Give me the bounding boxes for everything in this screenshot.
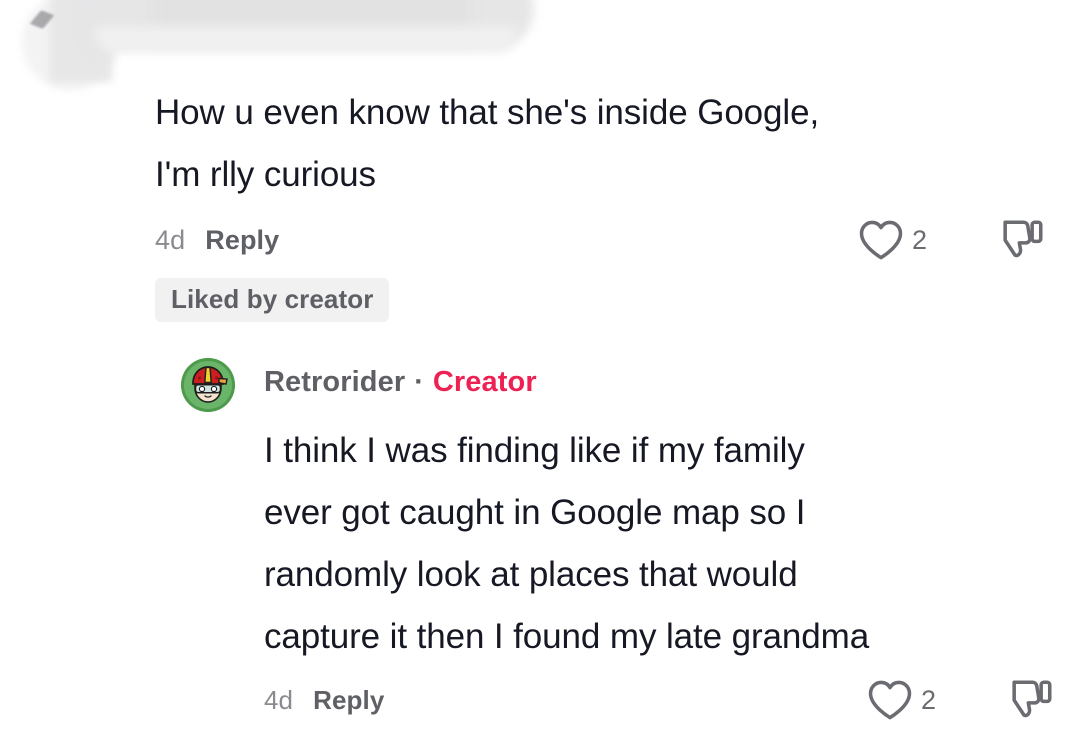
reply-timestamp: 4d	[264, 685, 293, 716]
redacted-username-bar-tail	[96, 26, 516, 52]
comment-timestamp: 4d	[155, 225, 185, 256]
thumbs-down-outline-icon[interactable]	[1008, 678, 1054, 722]
username[interactable]: Retrorider	[264, 366, 405, 399]
dislike-button[interactable]	[999, 218, 1045, 262]
heart-outline-icon[interactable]	[858, 219, 904, 261]
redacted-author-header	[0, 0, 560, 78]
reply-button[interactable]: Reply	[313, 685, 384, 716]
like-count: 2	[912, 225, 927, 256]
reply-text: I think I was finding like if my family …	[264, 420, 1054, 668]
comment-action-row: 4d Reply 2	[155, 218, 1045, 262]
liked-by-creator-badge: Liked by creator	[155, 278, 389, 322]
separator-dot: ·	[414, 366, 424, 399]
like-button[interactable]: 2	[858, 219, 927, 261]
heart-outline-icon[interactable]	[867, 679, 913, 721]
comment-thread-screen: How u even know that she's inside Google…	[0, 0, 1080, 748]
reply-author-header: Retrorider · Creator	[264, 366, 537, 399]
comment-text: How u even know that she's inside Google…	[155, 82, 1045, 206]
like-count: 2	[921, 685, 936, 716]
reply-action-row: 4d Reply 2	[264, 678, 1054, 722]
dislike-button[interactable]	[1008, 678, 1054, 722]
creator-badge: Creator	[433, 366, 537, 399]
reply-button[interactable]: Reply	[205, 225, 279, 256]
like-button[interactable]: 2	[867, 679, 936, 721]
retrorider-helmet-avatar	[181, 358, 235, 412]
thumbs-down-outline-icon[interactable]	[999, 218, 1045, 262]
avatar[interactable]	[181, 358, 235, 412]
